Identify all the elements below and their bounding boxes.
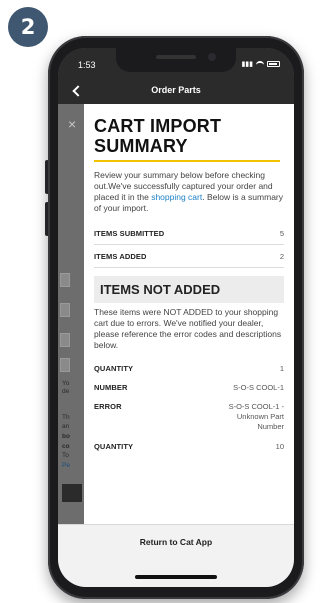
number-value: S-O-S COOL-1 [233, 383, 284, 392]
cart-import-summary-modal: CART IMPORT SUMMARY Review your summary … [84, 104, 294, 524]
item-quantity-row: QUANTITY 10 [94, 437, 284, 456]
modal-title: CART IMPORT SUMMARY [94, 116, 222, 156]
phone-notch [116, 48, 236, 72]
summary-value: 2 [279, 252, 284, 261]
intro-text: Review your summary below before checkin… [94, 170, 284, 214]
phone-screen: 1:53 ▮▮▮ Order Parts × Yo de Th an bo co… [58, 48, 294, 587]
background-field [60, 358, 70, 372]
background-field [60, 303, 70, 317]
quantity-label: QUANTITY [94, 364, 134, 373]
speaker-grille [156, 55, 196, 59]
quantity-value: 10 [275, 442, 284, 451]
background-close-icon: × [68, 116, 77, 132]
wifi-icon [256, 61, 264, 67]
item-number-row: NUMBER S-O-S COOL-1 [94, 378, 284, 397]
items-not-added-heading: ITEMS NOT ADDED [94, 276, 284, 303]
title-underline [94, 160, 280, 162]
background-text: co [62, 443, 70, 450]
nav-bar: Order Parts [58, 78, 294, 104]
background-text: de [62, 388, 70, 395]
home-indicator[interactable] [135, 575, 217, 579]
summary-label: ITEMS ADDED [94, 252, 147, 261]
background-field [60, 273, 70, 287]
quantity-value: 1 [279, 364, 284, 373]
summary-row: ITEMS SUBMITTED 5 [94, 222, 284, 245]
signal-icon: ▮▮▮ [241, 61, 253, 68]
summary-label: ITEMS SUBMITTED [94, 229, 165, 238]
status-icons: ▮▮▮ [241, 60, 280, 68]
background-button [62, 484, 82, 502]
phone-frame: 1:53 ▮▮▮ Order Parts × Yo de Th an bo co… [48, 36, 304, 599]
summary-value: 5 [279, 229, 284, 238]
error-label: ERROR [94, 402, 122, 411]
background-field [60, 333, 70, 347]
nav-title: Order Parts [151, 85, 201, 95]
number-label: NUMBER [94, 383, 128, 392]
quantity-label: QUANTITY [94, 442, 134, 451]
battery-icon [267, 61, 280, 67]
background-link: Pe [62, 462, 70, 469]
status-time: 1:53 [78, 60, 96, 70]
background-text: bo [62, 433, 70, 440]
return-to-cat-app-button[interactable]: Return to Cat App [58, 537, 294, 547]
background-text: Th [62, 414, 70, 421]
error-value: S-O-S COOL-1 - Unknown Part Number [228, 402, 284, 431]
step-number-badge: 2 [8, 7, 48, 47]
background-text: an [62, 423, 70, 430]
background-text: To [62, 452, 69, 459]
item-error-row: ERROR S-O-S COOL-1 - Unknown Part Number [94, 397, 284, 437]
summary-row: ITEMS ADDED 2 [94, 245, 284, 268]
item-quantity-row: QUANTITY 1 [94, 359, 284, 378]
shopping-cart-link[interactable]: shopping cart [151, 192, 202, 202]
modal-footer: Return to Cat App [58, 524, 294, 587]
background-text: Yo [62, 380, 70, 387]
front-camera [208, 53, 216, 61]
not-added-description: These items were NOT ADDED to your shopp… [94, 307, 282, 350]
